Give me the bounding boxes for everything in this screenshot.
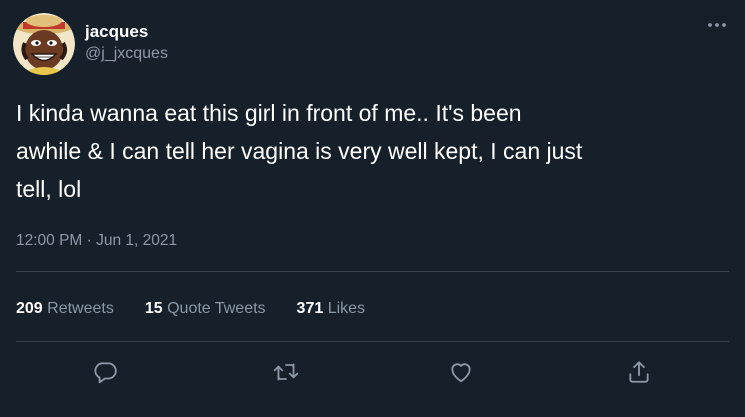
avatar-image (13, 13, 75, 75)
tweet-header: jacques @j_jxcques (13, 13, 168, 75)
user-names: jacques @j_jxcques (85, 21, 168, 65)
retweets-label: Retweets (47, 300, 114, 317)
quote-tweets-count: 15 (144, 300, 163, 317)
likes-stat[interactable]: 371 Likes (297, 298, 366, 320)
divider (16, 341, 729, 342)
tweet-stats: 209 Retweets 15 Quote Tweets 371 Likes (16, 298, 396, 320)
more-options-button[interactable] (700, 12, 734, 38)
reply-icon (94, 362, 117, 384)
likes-label: Likes (327, 300, 366, 317)
more-horizontal-icon (708, 23, 726, 27)
user-handle[interactable]: @j_jxcques (85, 43, 168, 65)
avatar[interactable] (13, 13, 75, 75)
share-icon (629, 361, 649, 383)
likes-count: 371 (296, 300, 324, 317)
tweet-card: jacques @j_jxcques I kinda wanna eat thi… (0, 0, 745, 417)
tweet-text: I kinda wanna eat this girl in front of … (16, 100, 583, 202)
display-name[interactable]: jacques (85, 21, 168, 43)
retweet-icon (273, 363, 299, 381)
like-button[interactable] (444, 355, 478, 389)
divider (16, 271, 729, 272)
share-button[interactable] (622, 355, 656, 389)
tweet-actions (0, 355, 745, 389)
retweet-button[interactable] (269, 355, 303, 389)
retweets-count: 209 (16, 300, 43, 317)
tweet-timestamp[interactable]: 12:00 PM · Jun 1, 2021 (16, 231, 177, 251)
reply-button[interactable] (88, 355, 122, 389)
quote-tweets-label: Quote Tweets (167, 300, 266, 317)
heart-icon (451, 363, 471, 383)
retweets-stat[interactable]: 209 Retweets (16, 298, 114, 320)
quote-tweets-stat[interactable]: 15 Quote Tweets (145, 298, 266, 320)
